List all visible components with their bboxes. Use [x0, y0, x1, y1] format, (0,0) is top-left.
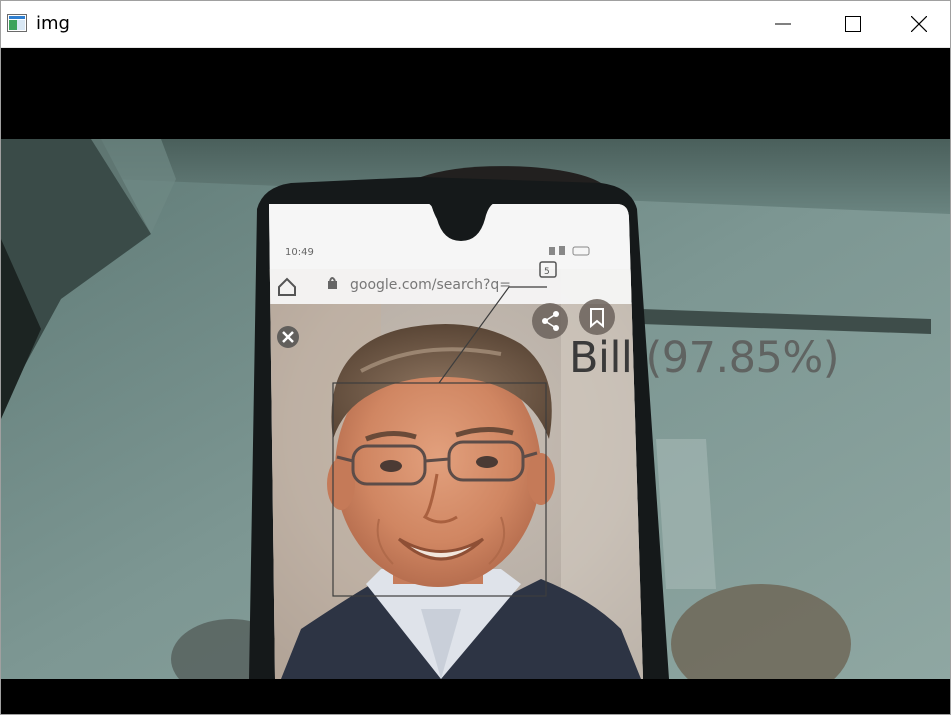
- window-title: img: [36, 13, 70, 34]
- phone-address-bar[interactable]: google.com/search?q=: [350, 277, 511, 293]
- bookmark-icon[interactable]: [579, 299, 615, 335]
- letterbox-bottom: [1, 679, 950, 714]
- phone-status-time: 10:49: [285, 247, 314, 258]
- detection-name: Bill: [569, 333, 633, 383]
- image-window-icon: [7, 14, 27, 32]
- camera-frame: 10:49 google.com/search?q= 5 Bill (97.85…: [1, 139, 950, 679]
- image-display: 10:49 google.com/search?q= 5 Bill (97.85…: [1, 48, 950, 714]
- title-bar[interactable]: img: [1, 1, 950, 48]
- share-icon[interactable]: [532, 303, 568, 339]
- close-button[interactable]: [888, 1, 950, 47]
- phone-tab-count: 5: [544, 267, 550, 277]
- maximize-button[interactable]: [818, 1, 888, 47]
- detection-label: Bill (97.85%): [569, 337, 840, 380]
- minimize-icon: [775, 23, 791, 25]
- close-icon: [911, 16, 927, 32]
- minimize-button[interactable]: [748, 1, 818, 47]
- close-icon[interactable]: [277, 326, 299, 348]
- maximize-icon: [845, 16, 861, 32]
- detection-confidence: (97.85%): [645, 333, 840, 383]
- camera-scene: 10:49 google.com/search?q= 5: [1, 139, 950, 679]
- image-window: img 10:49 google.com/search?q= 5 Bill (9…: [0, 0, 951, 715]
- letterbox-top: [1, 48, 950, 139]
